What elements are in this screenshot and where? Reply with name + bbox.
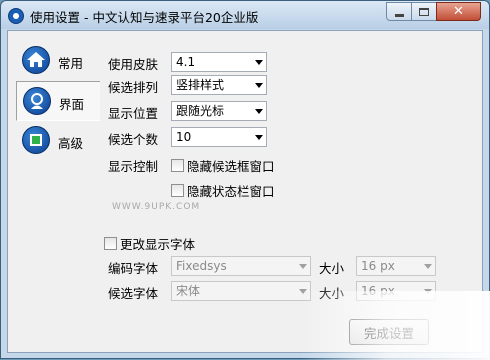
skin-label: 使用皮肤 xyxy=(108,57,159,72)
chevron-down-icon xyxy=(299,289,307,294)
encode-size-select[interactable]: 16 px xyxy=(356,256,436,276)
hide-candidate-window-checkbox[interactable] xyxy=(171,159,184,172)
sidebar-item-interface[interactable]: 界面 xyxy=(16,81,100,121)
minimize-button[interactable] xyxy=(386,2,412,21)
chevron-down-icon xyxy=(424,289,432,294)
settings-window: 使用设置 - 中文认知与速录平台20企业版 ✕ 常用 界面 高级 使用皮肤 4.… xyxy=(0,0,490,360)
display-control-label: 显示控制 xyxy=(108,159,159,174)
skin-select[interactable]: 4.1 xyxy=(171,52,267,72)
order-value: 竖排样式 xyxy=(176,78,225,92)
chevron-down-icon xyxy=(424,264,432,269)
candidate-font-label: 候选字体 xyxy=(108,286,159,301)
home-icon xyxy=(22,46,50,74)
title-bar[interactable]: 使用设置 - 中文认知与速录平台20企业版 ✕ xyxy=(1,1,489,29)
watermark-text: WWW.9UPK.COM xyxy=(112,202,201,212)
candidate-font-value: 宋体 xyxy=(176,284,201,298)
encode-font-select[interactable]: Fixedsys xyxy=(171,256,311,276)
sidebar-item-advanced[interactable]: 高级 xyxy=(16,121,100,161)
minimize-icon xyxy=(394,13,404,17)
hide-status-bar-label: 隐藏状态栏窗口 xyxy=(187,184,275,199)
candidate-font-select[interactable]: 宋体 xyxy=(171,281,311,301)
square-icon xyxy=(22,126,50,154)
sidebar-item-label: 常用 xyxy=(58,56,84,71)
chevron-down-icon xyxy=(255,83,263,88)
encode-size-label: 大小 xyxy=(319,261,345,276)
encode-font-label: 编码字体 xyxy=(108,261,159,276)
candidate-size-value: 16 px xyxy=(361,284,395,298)
candidate-size-select[interactable]: 16 px xyxy=(356,281,436,301)
hide-candidate-window-label: 隐藏候选框窗口 xyxy=(187,159,275,174)
maximize-icon xyxy=(419,7,429,16)
count-value: 10 xyxy=(176,130,192,144)
count-label: 候选个数 xyxy=(108,132,159,147)
order-label: 候选排列 xyxy=(108,80,159,95)
skin-value: 4.1 xyxy=(176,55,196,69)
sidebar-item-common[interactable]: 常用 xyxy=(16,41,100,81)
close-button[interactable]: ✕ xyxy=(436,2,481,21)
candidate-size-label: 大小 xyxy=(319,286,345,301)
chevron-down-icon xyxy=(255,60,263,65)
sidebar-item-label: 高级 xyxy=(58,136,84,151)
app-icon xyxy=(8,8,24,24)
order-select[interactable]: 竖排样式 xyxy=(171,75,267,95)
sidebar-item-label: 界面 xyxy=(59,97,85,112)
chevron-down-icon xyxy=(255,135,263,140)
encode-font-value: Fixedsys xyxy=(176,259,227,273)
sidebar: 常用 界面 高级 xyxy=(16,41,100,161)
hide-status-bar-checkbox[interactable] xyxy=(171,184,184,197)
encode-size-value: 16 px xyxy=(361,259,395,273)
hide-candidate-window-option[interactable]: 隐藏候选框窗口 xyxy=(171,156,275,175)
hide-status-bar-option[interactable]: 隐藏状态栏窗口 xyxy=(171,181,275,200)
change-font-option[interactable]: 更改显示字体 xyxy=(104,234,195,253)
change-font-label: 更改显示字体 xyxy=(120,237,196,252)
person-icon xyxy=(23,87,51,115)
window-title: 使用设置 - 中文认知与速录平台20企业版 xyxy=(30,10,259,25)
chevron-down-icon xyxy=(255,109,263,114)
maximize-button[interactable] xyxy=(411,2,437,21)
close-icon: ✕ xyxy=(453,4,464,19)
change-font-checkbox[interactable] xyxy=(104,237,117,250)
position-select[interactable]: 跟随光标 xyxy=(171,101,267,121)
position-value: 跟随光标 xyxy=(176,104,225,118)
complete-settings-button[interactable]: 完成设置 xyxy=(349,319,429,345)
count-select[interactable]: 10 xyxy=(171,127,267,147)
position-label: 显示位置 xyxy=(108,106,159,121)
settings-panel: 常用 界面 高级 使用皮肤 4.1 候选排列 竖排样式 显示位置 跟随光标 候选… xyxy=(7,30,483,353)
chevron-down-icon xyxy=(299,264,307,269)
